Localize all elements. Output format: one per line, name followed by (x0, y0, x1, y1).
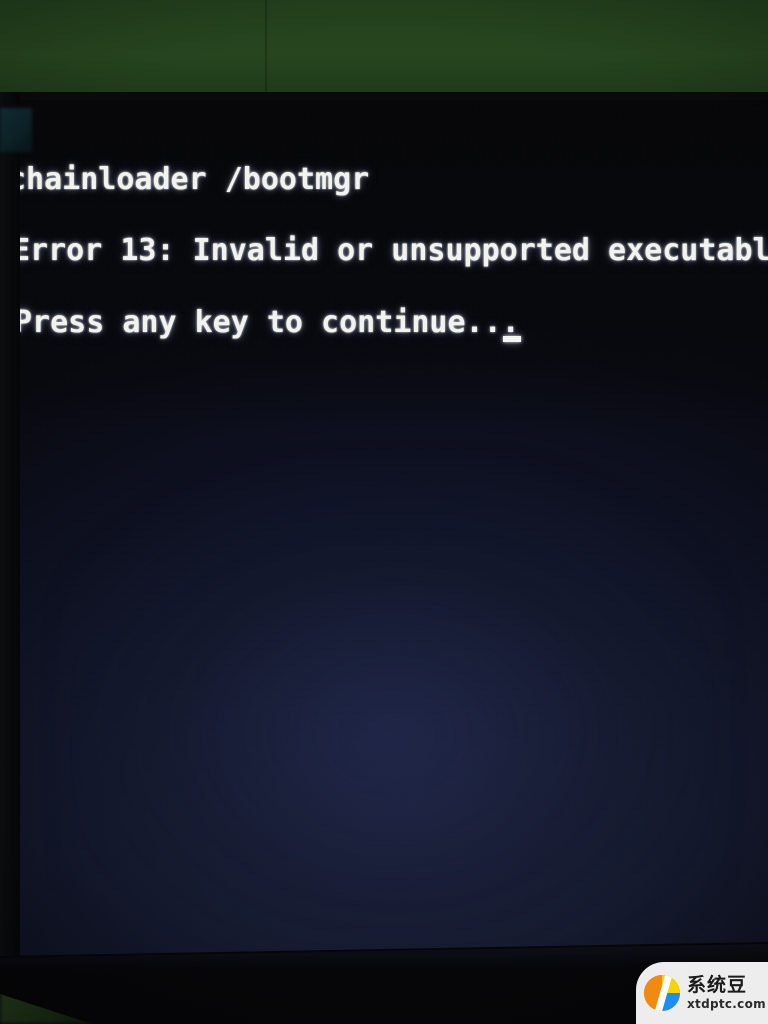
watermark-site-name: 系统豆 (687, 974, 748, 996)
watermark-text: 系统豆 xtdptc.com (687, 974, 766, 1011)
grub-console: chainloader /bootmgr Error 13: Invalid o… (18, 100, 768, 958)
wall-seam (265, 0, 267, 98)
console-line-command: chainloader /bootmgr (18, 162, 370, 197)
console-line-error: Error 13: Invalid or unsupported executa… (18, 233, 768, 268)
console-line-prompt: Press any key to continue... (18, 305, 520, 340)
block-cursor (503, 336, 521, 342)
site-logo-icon (644, 975, 680, 1011)
bezel-reflection (0, 108, 32, 152)
bezel-left (0, 92, 20, 1024)
watermark-site-url: xtdptc.com (687, 997, 766, 1011)
background-wall (0, 0, 768, 100)
watermark: 系统豆 xtdptc.com (636, 962, 768, 1024)
photograph: chainloader /bootmgr Error 13: Invalid o… (0, 0, 768, 1024)
monitor-screen: chainloader /bootmgr Error 13: Invalid o… (18, 100, 768, 958)
